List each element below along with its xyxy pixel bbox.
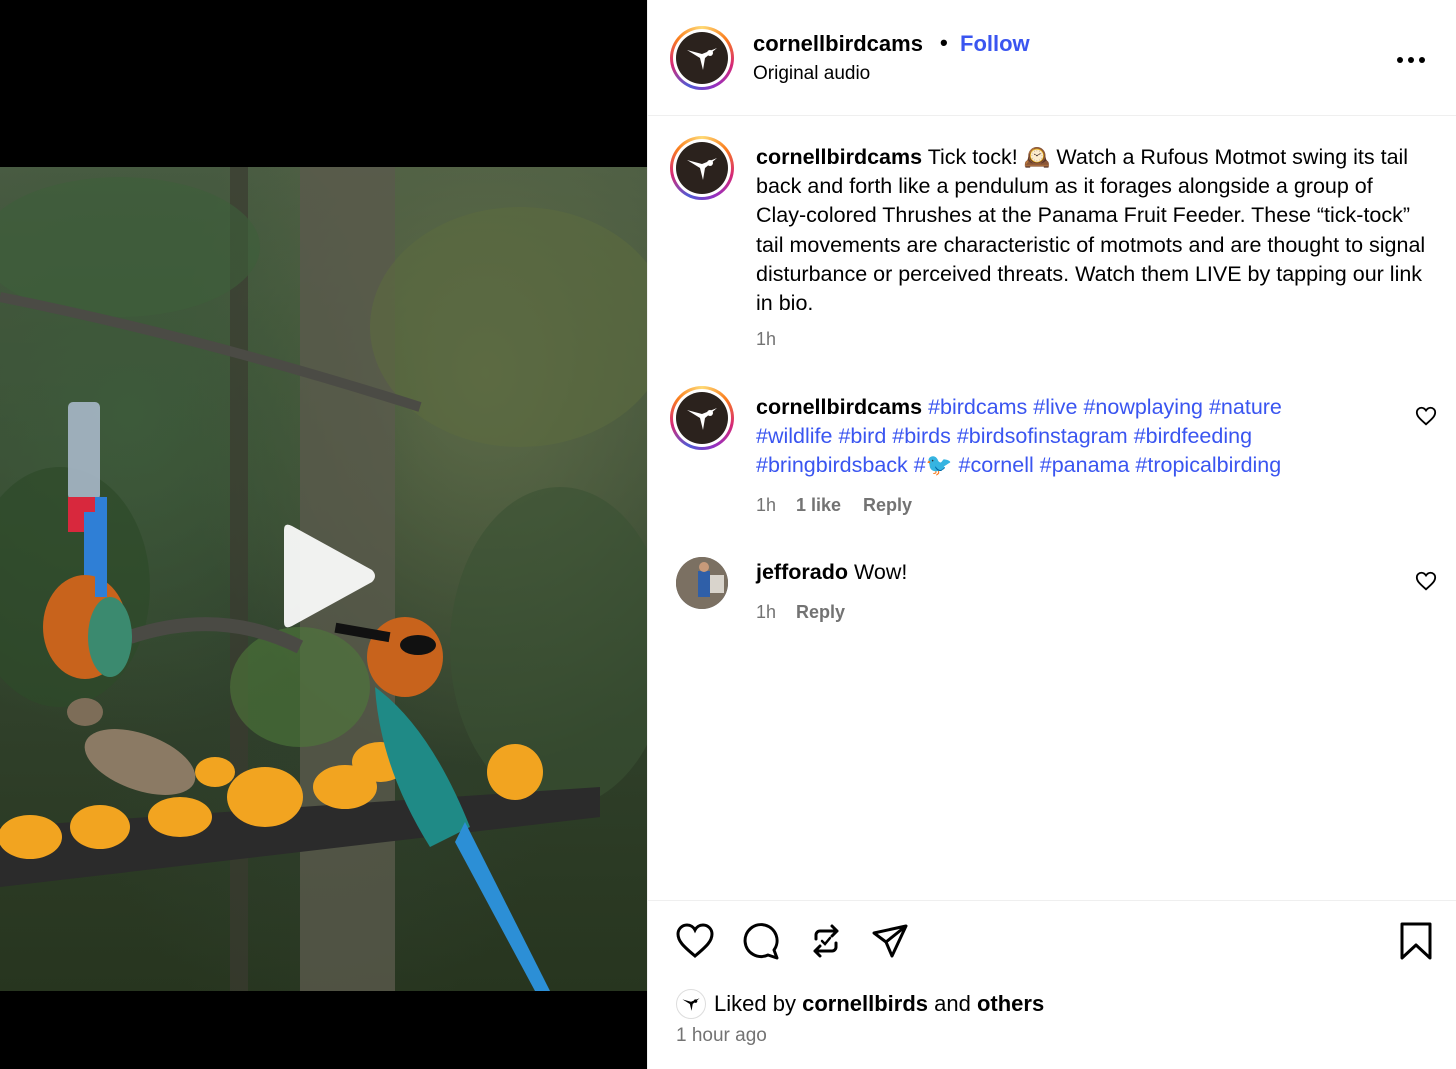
liked-by-text: Liked by cornellbirds and others	[714, 991, 1044, 1017]
comment-likes[interactable]: 1 like	[796, 495, 841, 516]
caption-timestamp[interactable]: 1h	[756, 329, 776, 350]
commenter-avatar[interactable]	[676, 557, 728, 609]
comment-text: jefforado Wow!	[756, 558, 1376, 587]
post-time-ago[interactable]: 1 hour ago	[676, 1025, 767, 1047]
header-separator: •	[940, 30, 948, 55]
hashtag[interactable]: #birdsofinstagram	[957, 424, 1128, 448]
reply-button[interactable]: Reply	[796, 602, 845, 623]
profile-avatar[interactable]	[670, 26, 734, 90]
follow-button[interactable]: Follow	[960, 31, 1030, 57]
liked-by-user[interactable]: cornellbirds	[802, 991, 928, 1016]
liked-by-others[interactable]: others	[977, 991, 1044, 1016]
repost-icon[interactable]	[806, 921, 846, 961]
comment-avatar[interactable]	[670, 386, 734, 450]
heart-icon[interactable]	[1415, 570, 1437, 592]
hashtag[interactable]: #nature	[1209, 395, 1282, 419]
hashtag[interactable]: #live	[1033, 395, 1077, 419]
hashtag[interactable]: #birdcams	[928, 395, 1027, 419]
cornell-logo-icon	[687, 158, 717, 180]
hashtag[interactable]: #birdfeeding	[1134, 424, 1252, 448]
commenter-username[interactable]: jefforado	[756, 560, 848, 584]
like-heart-icon[interactable]	[675, 921, 715, 961]
comment-timestamp[interactable]: 1h	[756, 602, 776, 623]
bookmark-icon[interactable]	[1396, 921, 1436, 961]
comment-hashtags: cornellbirdcams #birdcams #live #nowplay…	[756, 393, 1376, 481]
hashtag[interactable]: #panama	[1040, 453, 1130, 477]
caption-text: Tick tock! 🕰️ Watch a Rufous Motmot swin…	[756, 145, 1426, 316]
hashtag[interactable]: #wildlife	[756, 424, 832, 448]
post-detail-panel: cornellbirdcams • Follow Original audio …	[647, 0, 1456, 1069]
post-caption: cornellbirdcams Tick tock! 🕰️ Watch a Ru…	[756, 143, 1426, 318]
comment-timestamp[interactable]: 1h	[756, 495, 776, 516]
cornell-logo-icon	[687, 408, 717, 430]
header-username[interactable]: cornellbirdcams	[753, 31, 923, 57]
comment-body: Wow!	[853, 560, 908, 584]
liked-by-avatar[interactable]	[676, 989, 706, 1019]
media-panel	[0, 0, 647, 1069]
post-header: cornellbirdcams • Follow Original audio	[648, 0, 1456, 116]
hashtag[interactable]: #cornell	[958, 453, 1033, 477]
hashtag[interactable]: #birds	[892, 424, 951, 448]
hashtag[interactable]: #bird	[838, 424, 886, 448]
more-icon[interactable]	[1396, 50, 1426, 70]
hashtag[interactable]: #tropicalbirding	[1135, 453, 1281, 477]
cornell-logo-icon	[687, 48, 717, 70]
cornell-logo-icon	[682, 998, 700, 1011]
caption-username[interactable]: cornellbirdcams	[756, 145, 922, 169]
play-icon[interactable]	[278, 522, 378, 630]
heart-icon[interactable]	[1415, 405, 1437, 427]
person-photo-icon	[676, 557, 728, 609]
comment-icon[interactable]	[741, 921, 781, 961]
hashtag[interactable]: #nowplaying	[1083, 395, 1203, 419]
comment-username[interactable]: cornellbirdcams	[756, 395, 922, 419]
liked-by-and: and	[934, 991, 971, 1016]
hashtag[interactable]: #🐦	[914, 453, 953, 477]
original-audio-link[interactable]: Original audio	[753, 63, 870, 85]
reply-button[interactable]: Reply	[863, 495, 912, 516]
liked-by-prefix: Liked by	[714, 991, 796, 1016]
hashtag[interactable]: #bringbirdsback	[756, 453, 908, 477]
caption-avatar[interactable]	[670, 136, 734, 200]
share-icon[interactable]	[870, 921, 910, 961]
